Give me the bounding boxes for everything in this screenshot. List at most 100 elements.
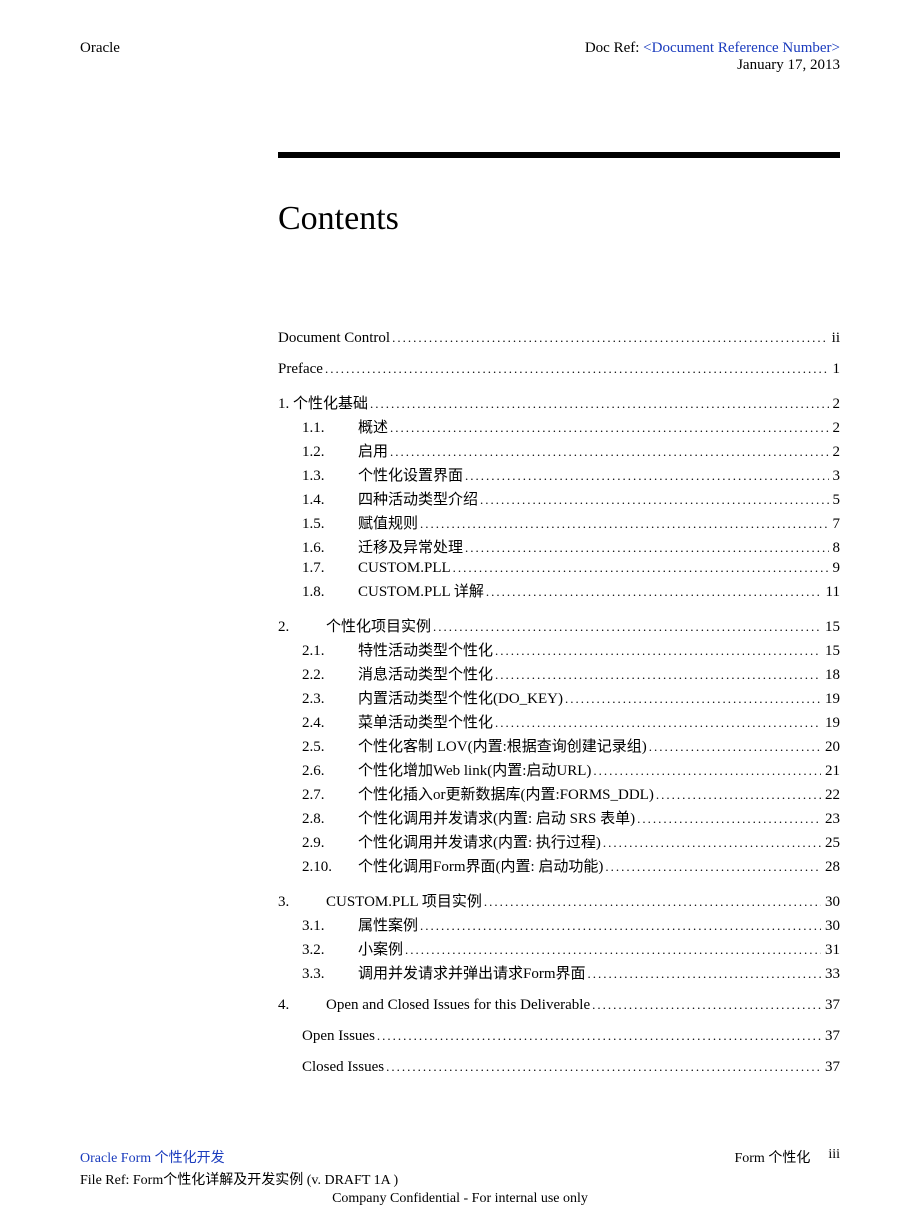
toc-page-number: 3 [831,468,841,485]
toc-leader-dots [480,492,828,509]
toc-page-number: 22 [823,787,840,804]
toc-label: Open Issues [302,1028,375,1045]
toc-entry: 1.4.四种活动类型介绍5 [278,488,840,509]
toc-label: 消息活动类型个性化 [358,663,493,684]
toc-entry: 2.3.内置活动类型个性化(DO_KEY)19 [278,687,840,708]
toc-label: 启用 [358,440,388,461]
toc-leader-dots [649,739,821,756]
toc-entry: 1.2.启用2 [278,440,840,461]
footer-right-label: Form 个性化 [734,1147,810,1167]
toc-entry: 1.8.CUSTOM.PLL 详解11 [278,580,840,601]
toc-leader-dots [592,997,821,1014]
toc-number: 3. [278,894,326,911]
toc-number: 1.1. [302,420,358,437]
toc-page-number: 31 [823,942,840,959]
page-title: Contents [278,200,840,238]
toc-page-number: 19 [823,691,840,708]
table-of-contents: Document Control ii Preface 1 1. 个性化基础2 1.1.概… [278,330,840,1076]
toc-leader-dots [433,619,821,636]
toc-number: 2.10. [302,859,358,876]
toc-page-number: 11 [824,584,840,601]
toc-label: 个性化客制 LOV(内置:根据查询创建记录组) [358,735,647,756]
toc-page-number: ii [830,330,840,347]
toc-number: 1.7. [302,560,358,577]
toc-leader-dots [565,691,821,708]
toc-page-number: 1 [831,361,841,378]
toc-entry: 2.7.个性化插入or更新数据库(内置:FORMS_DDL) 22 [278,783,840,804]
toc-leader-dots [495,715,821,732]
toc-leader-dots [370,396,828,413]
toc-page-number: 37 [823,1059,840,1076]
toc-page-number: 23 [823,811,840,828]
toc-label: 概述 [358,416,388,437]
header-right: Doc Ref: <Document Reference Number> Jan… [585,40,840,74]
toc-entry: 2.8.个性化调用并发请求(内置: 启动 SRS 表单) 23 [278,807,840,828]
toc-label: 个性化调用并发请求(内置: 启动 SRS 表单) [358,807,635,828]
toc-label: 属性案例 [358,914,418,935]
title-rule [278,152,840,158]
toc-entry: 1. 个性化基础2 [278,392,840,413]
footer-page-number: iii [828,1147,840,1167]
toc-page-number: 7 [831,516,841,533]
toc-entry: 1.7.CUSTOM.PLL9 [278,560,840,577]
toc-label: 特性活动类型个性化 [358,639,493,660]
toc-page-number: 28 [823,859,840,876]
toc-leader-dots [390,420,828,437]
toc-entry: 2.9.个性化调用并发请求(内置: 执行过程) 25 [278,831,840,852]
toc-entry: Preface 1 [278,361,840,378]
document-page: Oracle Doc Ref: <Document Reference Numb… [0,0,920,1227]
toc-page-number: 25 [823,835,840,852]
toc-label: Open and Closed Issues for this Delivera… [326,997,590,1014]
toc-leader-dots [392,330,828,347]
toc-page-number: 18 [823,667,840,684]
toc-leader-dots [386,1059,821,1076]
toc-label: 赋值规则 [358,512,418,533]
toc-entry: 2.4.菜单活动类型个性化19 [278,711,840,732]
toc-leader-dots [484,894,821,911]
toc-label: Document Control [278,330,390,347]
toc-number: 1.4. [302,492,358,509]
header-left: Oracle [80,40,120,57]
toc-label: 四种活动类型介绍 [358,488,478,509]
toc-page-number: 37 [823,1028,840,1045]
toc-entry: 1.3.个性化设置界面3 [278,464,840,485]
toc-entry: 3.1.属性案例30 [278,914,840,935]
toc-number: 1.2. [302,444,358,461]
footer-right-group: Form 个性化 iii [734,1147,840,1167]
toc-entry: 2.10.个性化调用Form界面(内置: 启动功能)28 [278,855,840,876]
toc-number: 1.8. [302,584,358,601]
toc-page-number: 15 [823,643,840,660]
doc-ref-value: <Document Reference Number> [643,40,840,56]
toc-page-number: 30 [823,918,840,935]
toc-leader-dots [420,516,828,533]
toc-label: Preface [278,361,323,378]
toc-label: 个性化调用并发请求(内置: 执行过程) [358,831,601,852]
toc-page-number: 30 [823,894,840,911]
toc-number: 2.6. [302,763,358,780]
toc-page-number: 21 [823,763,840,780]
toc-number: 2.5. [302,739,358,756]
toc-leader-dots [495,643,821,660]
toc-label: 个性化项目实例 [326,615,431,636]
toc-label: 个性化插入or更新数据库(内置:FORMS_DDL) [358,783,654,804]
page-header: Oracle Doc Ref: <Document Reference Numb… [80,40,840,74]
toc-label: 迁移及异常处理 [358,536,463,557]
toc-page-number: 37 [823,997,840,1014]
toc-leader-dots [377,1028,821,1045]
toc-entry: Closed Issues 37 [278,1059,840,1076]
toc-label: CUSTOM.PLL 项目实例 [326,890,482,911]
toc-number: 1.3. [302,468,358,485]
header-date: January 17, 2013 [585,57,840,74]
toc-number: 2.9. [302,835,358,852]
toc-page-number: 33 [823,966,840,983]
toc-leader-dots [605,859,821,876]
toc-entry: 2.1.特性活动类型个性化15 [278,639,840,660]
toc-number: 2.7. [302,787,358,804]
toc-entry: 1.5.赋值规则7 [278,512,840,533]
toc-label: Closed Issues [302,1059,384,1076]
toc-number: 1.6. [302,540,358,557]
toc-leader-dots [390,444,828,461]
toc-number: 3.2. [302,942,358,959]
toc-number: 2.8. [302,811,358,828]
toc-leader-dots [405,942,821,959]
